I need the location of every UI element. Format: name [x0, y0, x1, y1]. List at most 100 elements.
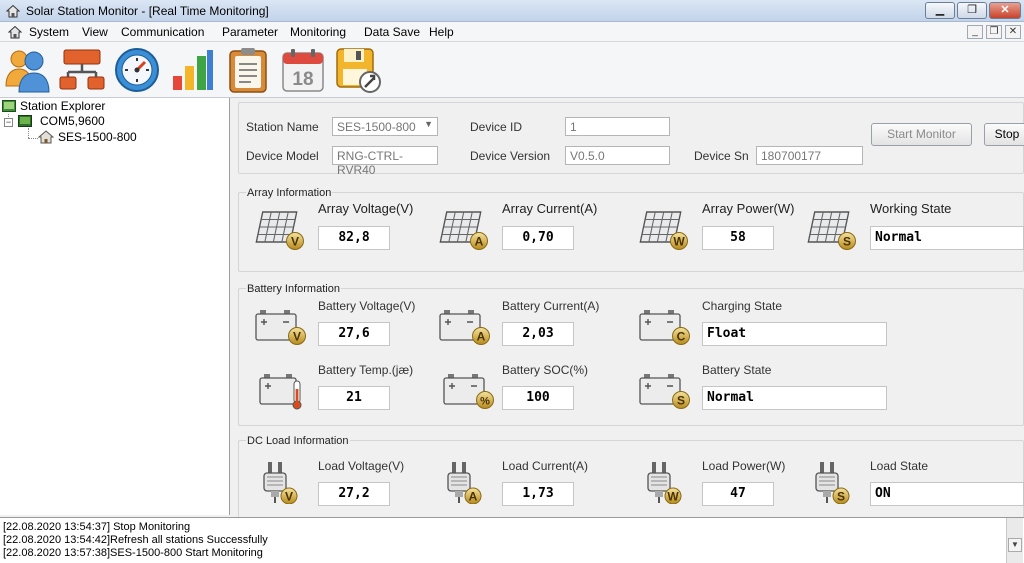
menu-system[interactable]: System: [26, 24, 72, 40]
badge-a: A: [475, 235, 484, 249]
bar-chart-icon[interactable]: [168, 46, 216, 94]
battery-current-value: 2,03: [502, 322, 574, 346]
title-bar: Solar Station Monitor - [Real Time Monit…: [0, 0, 1024, 22]
badge-v: V: [293, 330, 301, 344]
device-version-field[interactable]: V0.5.0: [565, 146, 670, 165]
station-name-select[interactable]: SES-1500-800 ▼: [332, 117, 438, 136]
log-line: [22.08.2020 13:57:38]SES-1500-800 Start …: [3, 547, 263, 559]
tree-root-label[interactable]: Station Explorer: [20, 99, 105, 113]
menu-monitoring[interactable]: Monitoring: [287, 24, 349, 40]
battery-temp-label: Battery Temp.(jæ): [318, 363, 414, 377]
log-pane[interactable]: [22.08.2020 13:54:37] Stop Monitoring [2…: [0, 517, 1024, 563]
load-state-label: Load State: [870, 459, 929, 473]
minimize-button[interactable]: ▁: [925, 2, 955, 19]
log-line: [22.08.2020 13:54:42]Refresh all station…: [3, 534, 268, 546]
mdi-restore-button[interactable]: ❐: [986, 25, 1002, 39]
menu-data-save[interactable]: Data Save: [361, 24, 423, 40]
window-title: Solar Station Monitor - [Real Time Monit…: [26, 4, 269, 18]
solar-panel-current-icon: A: [436, 206, 488, 250]
log-line: [22.08.2020 13:54:37] Stop Monitoring: [3, 521, 191, 533]
tree-line: [28, 138, 38, 139]
station-explorer-tree: Station Explorer − COM5,9600 SES-1500-80…: [0, 98, 230, 515]
menu-communication[interactable]: Communication: [118, 24, 207, 40]
load-current-label: Load Current(A): [502, 459, 589, 473]
com-port-icon: [18, 115, 32, 127]
scroll-down-arrow-icon[interactable]: ▼: [1008, 538, 1022, 552]
tree-line: [28, 128, 29, 138]
array-current-label: Array Current(A): [502, 201, 598, 216]
tree-device-label[interactable]: SES-1500-800: [58, 130, 137, 144]
solar-panel-power-icon: W: [636, 206, 688, 250]
badge-c: C: [677, 330, 686, 344]
toolbar: 18: [0, 42, 1024, 98]
device-id-label: Device ID: [470, 120, 523, 134]
save-settings-icon[interactable]: [334, 46, 382, 94]
mdi-close-button[interactable]: ✕: [1005, 25, 1021, 39]
battery-soc-label: Battery SOC(%): [502, 363, 589, 377]
menu-help[interactable]: Help: [426, 24, 457, 40]
log-scrollbar[interactable]: ▼: [1006, 518, 1023, 563]
badge-s: S: [843, 235, 851, 249]
array-voltage-value: 82,8: [318, 226, 390, 250]
device-sn-field[interactable]: 180700177: [756, 146, 863, 165]
battery-temp-value: 21: [318, 386, 390, 410]
battery-voltage-value: 27,6: [318, 322, 390, 346]
array-power-label: Array Power(W): [702, 201, 795, 216]
working-state-label: Working State: [870, 201, 952, 216]
working-state-value: Normal: [870, 226, 1024, 250]
dc-load-info-group: [238, 440, 1024, 520]
badge-v: V: [285, 490, 293, 504]
restore-button[interactable]: ❐: [957, 2, 987, 19]
device-model-label: Device Model: [246, 149, 319, 163]
close-button[interactable]: ✕: [989, 2, 1021, 19]
dc-load-info-title: DC Load Information: [246, 435, 350, 447]
battery-voltage-icon: V: [254, 303, 306, 345]
network-icon[interactable]: [58, 46, 106, 94]
array-info-title: Array Information: [246, 187, 333, 199]
mdi-minimize-button[interactable]: _: [967, 25, 983, 39]
load-current-plug-icon: A: [440, 460, 482, 504]
badge-w: W: [667, 490, 679, 504]
load-voltage-value: 27,2: [318, 482, 390, 506]
users-icon[interactable]: [4, 46, 52, 94]
battery-voltage-label: Battery Voltage(V): [318, 299, 416, 313]
device-house-icon: [38, 130, 54, 144]
solar-panel-voltage-icon: V: [252, 206, 304, 250]
station-name-label: Station Name: [246, 120, 319, 134]
badge-v: V: [291, 235, 299, 249]
monitor-panel: Station Name SES-1500-800 ▼ Device ID 1 …: [232, 98, 1024, 520]
device-model-field[interactable]: RNG-CTRL-RVR40: [332, 146, 438, 177]
battery-current-icon: A: [438, 303, 490, 345]
array-current-value: 0,70: [502, 226, 574, 250]
battery-soc-icon: %: [442, 367, 494, 409]
badge-percent: %: [480, 396, 490, 408]
system-menu-icon[interactable]: [8, 25, 22, 39]
menu-bar: System View Communication Parameter Moni…: [0, 22, 1024, 42]
chevron-down-icon: ▼: [424, 119, 433, 129]
start-monitor-button[interactable]: Start Monitor: [871, 123, 972, 146]
calendar-day: 18: [292, 69, 313, 90]
clipboard-icon[interactable]: [224, 46, 272, 94]
array-voltage-label: Array Voltage(V): [318, 201, 414, 216]
charging-state-value: Float: [702, 322, 887, 346]
load-power-value: 47: [702, 482, 774, 506]
device-id-field[interactable]: 1: [565, 117, 670, 136]
gauge-icon[interactable]: [113, 46, 161, 94]
menu-view[interactable]: View: [79, 24, 111, 40]
calendar-icon[interactable]: 18: [279, 46, 327, 94]
badge-a: A: [469, 490, 478, 504]
badge-w: W: [673, 235, 685, 249]
device-version-label: Device Version: [470, 149, 551, 163]
solar-panel-state-icon: S: [804, 206, 856, 250]
tree-com-port-label[interactable]: COM5,9600: [40, 114, 105, 128]
load-voltage-label: Load Voltage(V): [318, 459, 405, 473]
tree-expander[interactable]: −: [4, 118, 13, 127]
charging-state-icon: C: [638, 303, 690, 345]
battery-soc-value: 100: [502, 386, 574, 410]
stop-button[interactable]: Stop: [984, 123, 1024, 146]
load-power-plug-icon: W: [640, 460, 682, 504]
battery-current-label: Battery Current(A): [502, 299, 600, 313]
load-state-value: ON: [870, 482, 1024, 506]
battery-info-title: Battery Information: [246, 283, 341, 295]
menu-parameter[interactable]: Parameter: [219, 24, 281, 40]
